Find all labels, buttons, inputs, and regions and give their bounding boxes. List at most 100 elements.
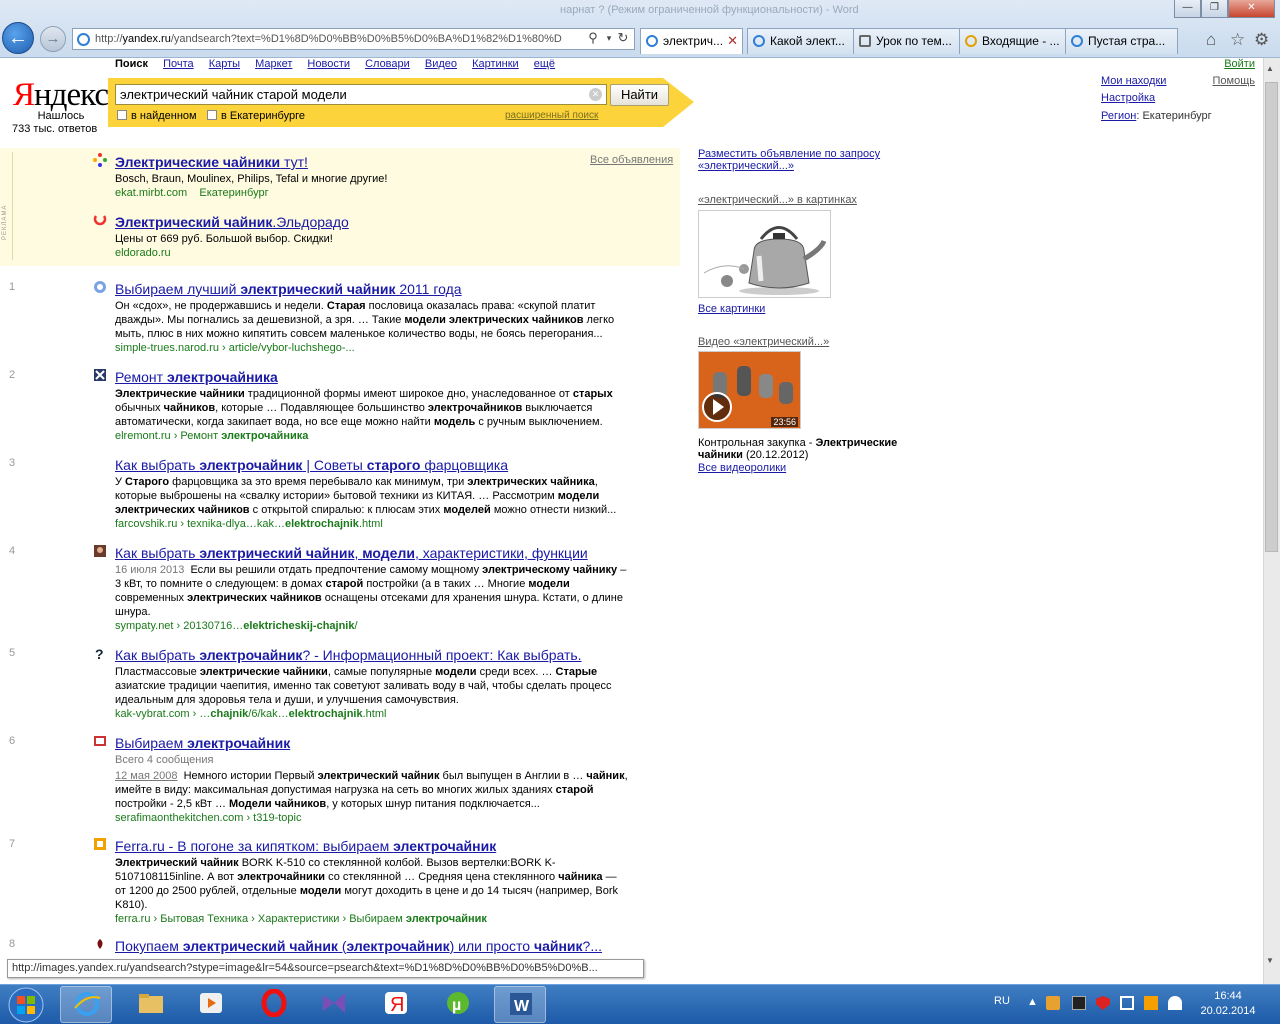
close-tab-icon[interactable]: ✕ [727,29,738,53]
home-icon[interactable]: ⌂ [1206,30,1216,50]
tray-speaker-icon[interactable] [1046,996,1060,1010]
taskbar-ie[interactable] [60,986,112,1023]
yandex-logo[interactable]: Яндекс [13,78,109,112]
yandex-browser-icon: Я [385,992,407,1016]
opera-icon [261,989,287,1017]
taskbar-utorrent[interactable]: µ [432,986,484,1023]
result-url[interactable]: elremont.ru › Ремонт электрочайника [115,429,630,443]
result-title-link[interactable]: Выбираем электрочайник [115,735,630,751]
login-link[interactable]: Войти [1223,58,1255,70]
result-title-link[interactable]: Выбираем лучший электрический чайник 201… [115,281,630,297]
favorites-star-icon[interactable]: ☆ [1230,30,1245,50]
result-number: 8 [9,938,16,950]
taskbar-explorer[interactable] [125,986,177,1023]
kettle-image[interactable] [698,210,831,298]
nav-images[interactable]: Картинки [472,58,519,70]
result-title-link[interactable]: Как выбрать электрочайник | Советы старо… [115,457,630,473]
language-indicator[interactable]: RU [994,995,1010,1007]
result-url[interactable]: farcovshik.ru › texnika-dlya…kak…elektro… [115,517,630,531]
ads-divider [12,152,13,260]
search-result: Как выбрать электрочайник? - Информацион… [115,647,630,721]
nav-maps[interactable]: Карты [209,58,240,70]
nav-market[interactable]: Маркет [255,58,292,70]
tray-app-icon[interactable] [1072,996,1086,1010]
result-title-link[interactable]: Ремонт электрочайника [115,369,630,385]
region-link[interactable]: Регион [1101,110,1136,122]
question-favicon: ? [95,646,104,660]
settings-link[interactable]: Настройка [1101,92,1155,104]
my-finds-link[interactable]: Мои находки [1101,75,1166,87]
result-url[interactable]: ferra.ru › Бытовая Техника › Характерист… [115,912,630,926]
result-title-link[interactable]: Как выбрать электрочайник? - Информацион… [115,647,630,663]
result-title-link[interactable]: Покупаем электрический чайник (электроча… [115,938,630,954]
place-ad-link[interactable]: Разместить объявление по запросу «электр… [698,148,888,172]
taskbar-opera[interactable] [248,986,300,1023]
images-heading-link[interactable]: «электрический...» в картинках [698,194,857,206]
in-region-checkbox[interactable]: в Екатеринбурге [207,110,305,122]
search-result: Выбираем лучший электрический чайник 201… [115,281,630,355]
nav-video[interactable]: Видео [425,58,457,70]
nav-mail[interactable]: Почта [163,58,194,70]
search-result: Как выбрать электрический чайник, модели… [115,545,630,633]
close-window-button[interactable]: ✕ [1228,0,1275,18]
minimize-button[interactable]: — [1174,0,1201,18]
nav-dictionaries[interactable]: Словари [365,58,410,70]
address-bar[interactable]: http://yandex.ru/yandsearch?text=%D1%8D%… [72,28,635,50]
tab-3[interactable]: Урок по тем... [853,28,966,54]
video-title[interactable]: Контрольная закупка - Электрические чайн… [698,437,908,461]
help-link[interactable]: Помощь [1212,75,1256,87]
clear-search-icon[interactable]: ✕ [589,88,602,101]
back-button[interactable]: ← [2,22,34,54]
taskbar-word[interactable]: W [494,986,546,1023]
result-title-link[interactable]: Ferra.ru - В погоне за кипятком: выбирае… [115,838,630,854]
maximize-button[interactable]: ❐ [1201,0,1228,18]
start-button-icon[interactable] [6,986,46,1024]
ad-title[interactable]: Электрические чайники тут! [115,154,630,170]
scroll-down-icon[interactable]: ▼ [1266,956,1274,965]
nav-more[interactable]: ещё [534,58,555,70]
result-url[interactable]: sympaty.net › 20130716…elektricheskij-ch… [115,619,630,633]
tab-4[interactable]: Входящие - ... [959,28,1072,54]
all-videos-link[interactable]: Все видеоролики [698,462,786,474]
video-thumbnail[interactable]: 23:56 [698,351,801,429]
search-input[interactable]: электрический чайник старой модели [115,84,607,105]
forward-button[interactable]: → [40,26,66,52]
taskbar-clock[interactable]: 16:44 20.02.2014 [1198,989,1258,1019]
tab-5[interactable]: Пустая стра... [1065,28,1178,54]
nav-news[interactable]: Новости [307,58,350,70]
scroll-up-icon[interactable]: ▲ [1266,64,1274,73]
results-count: 733 тыс. ответов [12,123,98,135]
taskbar-vs[interactable] [308,986,360,1023]
result-url[interactable]: serafimaonthekitchen.com › t319-topic [115,811,630,825]
taskbar-media[interactable] [185,986,237,1023]
status-url-tooltip: http://images.yandex.ru/yandsearch?stype… [7,959,644,978]
globe-favicon [94,281,106,293]
search-button[interactable]: Найти [610,84,669,106]
settings-gear-icon[interactable]: ⚙ [1254,30,1269,50]
presentation-tab-icon [859,35,871,47]
avatar-favicon [94,545,106,557]
tray-arrow-icon[interactable]: ▲ [1027,996,1041,1010]
ads-label: РЕКЛАМА [2,204,8,240]
result-url[interactable]: simple-trues.narod.ru › article/vybor-lu… [115,341,630,355]
region-info: Регион: Екатеринбург [1101,110,1212,122]
svg-text:W: W [514,998,530,1015]
result-url[interactable]: kak-vybrat.com › …chajnik/6/kak…elektroc… [115,707,630,721]
all-images-link[interactable]: Все картинки [698,303,765,315]
search-result: Ремонт электрочайника Электрические чайни… [115,369,630,443]
in-found-checkbox[interactable]: в найденном [117,110,197,122]
advanced-search-link[interactable]: расширенный поиск [505,110,598,121]
svg-text:?: ? [95,646,104,660]
tray-network-icon[interactable] [1120,996,1134,1010]
tab-1[interactable]: электрич... ✕ [640,28,743,54]
taskbar-yandex[interactable]: Я [370,986,422,1023]
ad-title[interactable]: Электрический чайник.Эльдорадо [115,214,630,230]
ad-url[interactable]: eldorado.ru [115,246,630,260]
refresh-icon[interactable]: ↻ [614,28,632,48]
tray-flag-icon[interactable] [1144,996,1158,1010]
scrollbar-thumb[interactable] [1265,82,1278,552]
tab-2[interactable]: Какой элект... [747,28,860,54]
video-heading-link[interactable]: Видео «электрический...» [698,336,829,348]
result-title-link[interactable]: Как выбрать электрический чайник, модели… [115,545,630,561]
tray-volume-icon[interactable] [1168,996,1182,1010]
